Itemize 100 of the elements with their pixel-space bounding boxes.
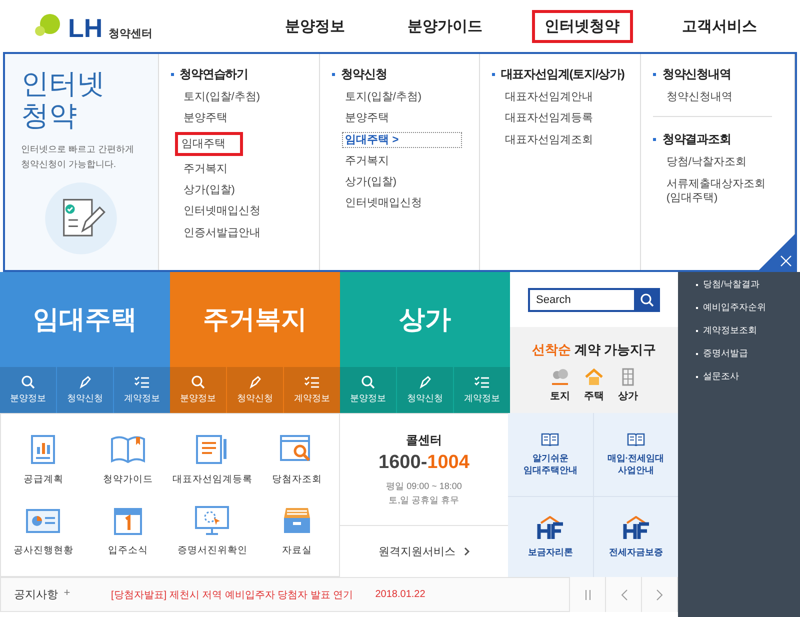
nav-item[interactable]: 분양가이드 <box>394 10 496 42</box>
search-field[interactable]: Search <box>528 288 634 312</box>
guide-link[interactable]: 전세자금보증 <box>594 496 678 577</box>
tile-action[interactable]: 계약정보 <box>114 367 170 413</box>
nav-item[interactable]: 분양정보 <box>272 10 358 42</box>
tile-title: 주거복지 <box>202 303 308 336</box>
quick-link[interactable]: 당첨자조회 <box>254 424 339 495</box>
next-button[interactable] <box>641 577 677 612</box>
category-tile[interactable]: 임대주택 분양정보 청약신청 계약정보 <box>0 272 170 413</box>
quick-link[interactable]: 자료실 <box>254 495 339 566</box>
previous-button[interactable] <box>605 577 641 612</box>
tile-action[interactable]: 분양정보 <box>170 367 226 413</box>
book-icon <box>110 433 146 465</box>
call-center-title: 콜센터 <box>406 432 442 449</box>
guide-link[interactable]: 매입·전세임대 사업안내 <box>594 413 678 496</box>
logo-text: LH <box>68 15 103 41</box>
tile-action[interactable]: 청약신청 <box>57 367 113 413</box>
logo-caption: 청약센터 <box>108 27 153 41</box>
district-option[interactable]: 토지 <box>550 367 570 403</box>
menu-heading: 청약신청내역 <box>653 66 782 83</box>
menu-link[interactable]: 인터넷매입신청 <box>342 195 426 212</box>
pen-icon <box>248 375 262 389</box>
search-icon <box>640 292 654 306</box>
menu-link[interactable]: 대표자선임계안내 <box>502 89 596 106</box>
book-icon <box>541 432 560 446</box>
tile-action[interactable]: 청약신청 <box>397 367 453 413</box>
tile-title: 상가 <box>398 303 452 336</box>
menu-link[interactable]: 상가(입찰) <box>342 174 400 190</box>
category-tile[interactable]: 상가 분양정보 청약신청 계약정보 <box>340 272 510 413</box>
tile-title: 임대주택 <box>32 303 138 336</box>
menu-heading: 대표자선임계(토지/상가) <box>492 66 628 83</box>
menu-link[interactable]: 청약신청내역 <box>663 89 736 106</box>
tile-action[interactable]: 청약신청 <box>227 367 283 413</box>
notice-title[interactable]: [당첨자발표] 제천시 저역 예비입주자 당첨자 발표 연기 <box>111 588 354 602</box>
nav-item[interactable]: 고객서비스 <box>668 10 770 42</box>
menu-link[interactable]: 분양주택 <box>180 110 231 127</box>
nav-item[interactable]: 인터넷청약 <box>532 10 633 42</box>
quick-link[interactable]: 청약가이드 <box>86 424 170 495</box>
close-icon[interactable] <box>759 234 795 270</box>
notice-date: 2018.01.22 <box>375 589 426 600</box>
search-button[interactable] <box>634 288 660 312</box>
quick-link[interactable]: 공사진행현황 <box>1 495 86 566</box>
pen-icon <box>418 375 432 389</box>
menu-link[interactable]: 분양주택 <box>342 110 392 127</box>
quick-link[interactable]: 증명서진위확인 <box>170 495 254 566</box>
menu-link[interactable]: 인증서발급안내 <box>180 224 264 242</box>
house-icon <box>584 367 604 387</box>
book-icon <box>626 432 645 446</box>
menu-heading: 청약연습하기 <box>170 66 308 83</box>
search-icon <box>191 375 205 389</box>
menu-link[interactable]: 주거복지 <box>342 152 392 170</box>
menu-link[interactable]: 임대주택 > <box>342 132 462 148</box>
search-icon <box>21 375 35 389</box>
panel-title: 인터넷 청약 <box>21 68 106 132</box>
pause-button[interactable] <box>569 577 605 612</box>
tile-action[interactable]: 계약정보 <box>284 367 340 413</box>
sidebar-link[interactable]: 계약정보조회 <box>696 324 800 337</box>
menu-link[interactable]: 인터넷매입신청 <box>180 203 264 220</box>
menu-link[interactable]: 대표자선임계등록 <box>502 110 596 127</box>
category-tile[interactable]: 주거복지 분양정보 청약신청 계약정보 <box>170 272 340 413</box>
contract-title: 선착순 계약 가능지구 <box>532 341 656 359</box>
menu-link[interactable]: 당첨/낙찰자조회 <box>663 154 750 171</box>
search-icon <box>361 375 375 389</box>
tile-action[interactable]: 계약정보 <box>454 367 510 413</box>
checklist-icon <box>134 375 150 389</box>
tile-action[interactable]: 분양정보 <box>0 367 56 413</box>
notice-label[interactable]: 공지사항 + <box>1 587 83 602</box>
menu-link[interactable]: 임대주택 <box>174 132 243 156</box>
district-option[interactable]: 주택 <box>584 367 604 403</box>
menu-link[interactable]: 토지(입찰/추첨) <box>180 89 264 106</box>
menu-link[interactable]: 대표자선임계조회 <box>502 132 596 148</box>
quick-link[interactable]: 공급계획 <box>1 424 86 495</box>
chevron-right-icon <box>656 588 664 600</box>
quick-link[interactable]: 대표자선임계등록 <box>170 424 254 495</box>
menu-link[interactable]: 주거복지 <box>180 160 231 178</box>
checklist-icon <box>474 375 490 389</box>
checklist-icon <box>304 375 320 389</box>
menu-link[interactable]: 상가(입찰) <box>180 182 238 198</box>
guide-link[interactable]: 보금자리론 <box>508 496 592 577</box>
quick-link[interactable]: 입주소식 <box>86 495 170 566</box>
sidebar-link[interactable]: 당첨/낙찰결과 <box>696 278 800 291</box>
sidebar-link[interactable]: 증명서발급 <box>696 347 800 360</box>
monitor-cursor-icon <box>194 504 230 536</box>
chevron-right-icon <box>464 547 470 556</box>
pause-icon <box>584 590 592 600</box>
remote-support-link[interactable]: 원격지원서비스 <box>340 526 508 577</box>
panel-description: 인터넷으로 빠르고 간편하게 청약신청이 가능합니다. <box>21 143 136 171</box>
guide-link[interactable]: 알기쉬운 임대주택안내 <box>508 413 592 496</box>
phone-number: 1600-1004 <box>378 452 470 474</box>
district-option[interactable]: 상가 <box>618 367 638 403</box>
sidebar-link[interactable]: 예비입주자순위 <box>696 301 800 314</box>
menu-heading: 청약신청 <box>332 66 467 83</box>
pen-icon <box>78 375 92 389</box>
sidebar-link[interactable]: 설문조사 <box>696 370 800 383</box>
chevron-left-icon <box>620 588 628 600</box>
tile-action[interactable]: 분양정보 <box>340 367 396 413</box>
menu-link[interactable]: 토지(입찰/추첨) <box>342 89 425 106</box>
tree-icon <box>550 367 570 387</box>
service-hours: 평일 09:00 ~ 18:00 토,일 공휴일 휴무 <box>386 480 462 507</box>
menu-link[interactable]: 서류제출대상자조회 (임대주택) <box>663 176 768 206</box>
